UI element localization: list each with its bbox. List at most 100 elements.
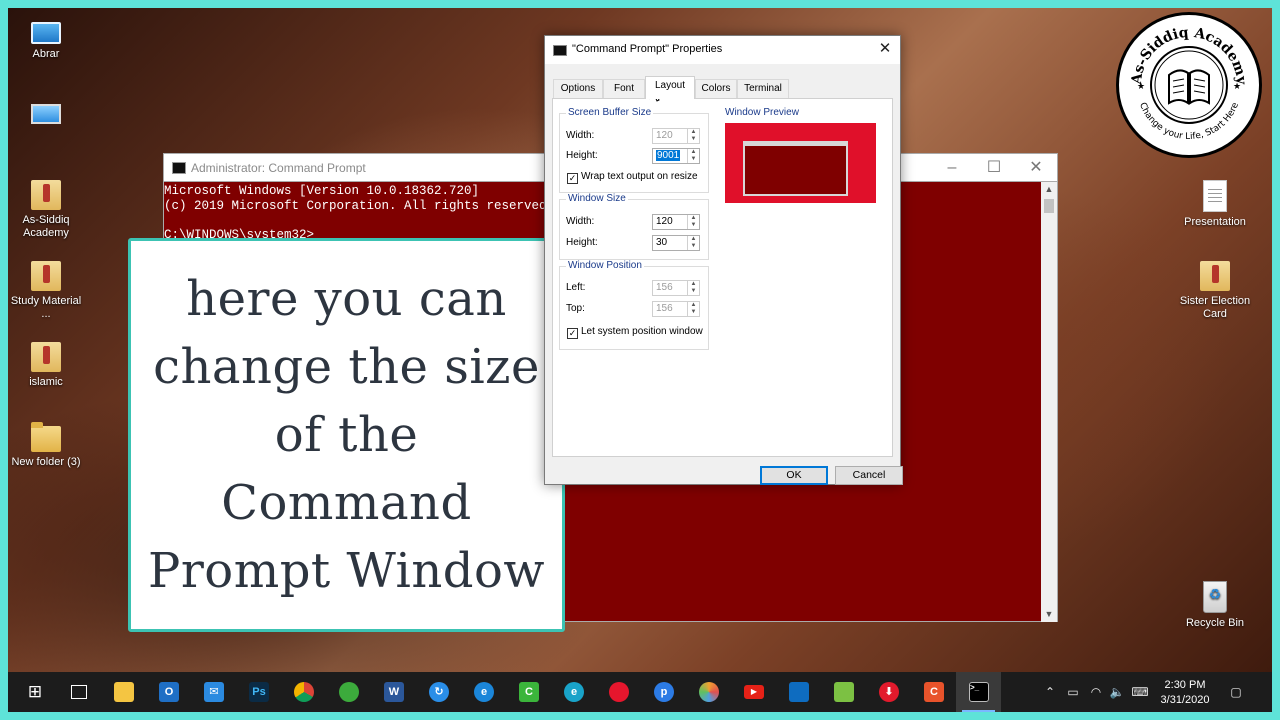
scroll-up-arrow-icon[interactable]: ▲ xyxy=(1041,182,1057,197)
spinner-arrows-icon[interactable]: ▲ ▼ xyxy=(687,236,699,250)
desktop-icon-presentation[interactable]: Presentation xyxy=(1179,180,1251,229)
weibo-icon xyxy=(609,682,629,702)
task-view-icon xyxy=(71,685,87,699)
keyboard-icon[interactable]: ⌨ xyxy=(1130,684,1150,700)
cmd-scrollbar[interactable]: ▲ ▼ xyxy=(1041,182,1057,622)
buffer-width-label: Width: xyxy=(566,130,595,141)
taskbar-word[interactable]: W xyxy=(371,672,416,712)
desktop-icon-new-folder[interactable]: New folder (3) xyxy=(10,422,82,469)
desktop-icon-sister-election-card[interactable]: Sister Election Card xyxy=(1179,261,1251,321)
tab-colors[interactable]: Colors xyxy=(695,79,737,98)
wrap-text-checkbox[interactable]: ✓ Wrap text output on resize xyxy=(567,171,698,184)
taskbar-edge[interactable]: e xyxy=(461,672,506,712)
windows-store-icon xyxy=(789,682,809,702)
battery-icon[interactable]: ▭ xyxy=(1065,684,1081,700)
taskbar-command-prompt[interactable]: >_ xyxy=(956,672,1001,712)
window-width-label: Width: xyxy=(566,216,595,227)
scroll-thumb[interactable] xyxy=(1044,199,1054,213)
buffer-height-spinner[interactable]: 9001 ▲ ▼ xyxy=(652,148,700,164)
maximize-button[interactable]: ☐ xyxy=(973,154,1015,182)
taskbar-camtasia-recorder[interactable]: C xyxy=(911,672,956,712)
taskbar-weibo[interactable] xyxy=(596,672,641,712)
task-view-button[interactable] xyxy=(56,672,101,712)
windows-start-icon: ⊞ xyxy=(27,682,43,701)
taskbar-youtube[interactable]: ▶ xyxy=(731,672,776,712)
notepad-icon xyxy=(834,682,854,702)
position-top-spinner[interactable]: 156 ▲ ▼ xyxy=(652,301,700,317)
desktop-icon-monitor[interactable] xyxy=(10,98,82,128)
taskbar-camtasia[interactable]: C xyxy=(506,672,551,712)
notifications-icon[interactable]: ▢ xyxy=(1226,684,1246,700)
dialog-close-button[interactable]: ✕ xyxy=(870,36,900,62)
taskbar-wheel[interactable] xyxy=(686,672,731,712)
annotation-card: here you can change the size of the Comm… xyxy=(128,238,565,632)
spinner-value: 120 xyxy=(656,130,673,141)
layout-tab-page: Screen Buffer Size Width: 120 ▲ ▼ Height: … xyxy=(552,98,893,457)
taskbar-file-explorer[interactable] xyxy=(101,672,146,712)
position-top-label: Top: xyxy=(566,303,585,314)
tab-terminal[interactable]: Terminal xyxy=(737,79,789,98)
window-height-spinner[interactable]: 30 ▲ ▼ xyxy=(652,235,700,251)
zip-folder-icon xyxy=(31,261,61,291)
academy-logo: As-Siddiq Academy Change your Life, Star… xyxy=(1116,12,1262,158)
taskbar-down-arrow-app[interactable]: ⬇ xyxy=(866,672,911,712)
desktop-icon-label: Study Material ... xyxy=(10,295,82,320)
annotation-line: here you can xyxy=(186,271,507,327)
taskbar-notepad[interactable] xyxy=(821,672,866,712)
start-button[interactable]: ⊞ xyxy=(12,672,57,712)
buffer-width-spinner[interactable]: 120 ▲ ▼ xyxy=(652,128,700,144)
svg-text:★: ★ xyxy=(1137,81,1145,91)
spinner-arrows-icon[interactable]: ▲ ▼ xyxy=(687,302,699,316)
cmd-line: (c) 2019 Microsoft Corporation. All righ… xyxy=(164,198,555,213)
spinner-arrows-icon[interactable]: ▲ ▼ xyxy=(687,149,699,163)
tab-layout[interactable]: Layout xyxy=(645,76,695,99)
taskbar-corel[interactable] xyxy=(326,672,371,712)
window-preview xyxy=(725,123,876,203)
annotation-line: Command xyxy=(221,475,472,531)
spinner-arrows-icon[interactable]: ▲ ▼ xyxy=(687,129,699,143)
tray-chevron-up-icon[interactable]: ⌃ xyxy=(1042,684,1058,700)
scroll-down-arrow-icon[interactable]: ▼ xyxy=(1041,607,1057,622)
system-clock[interactable]: 2:30 PM 3/31/2020 xyxy=(1150,678,1220,708)
desktop-icon-label: Recycle Bin xyxy=(1185,617,1245,629)
annotation-line: Prompt Window xyxy=(148,543,545,599)
word-icon: W xyxy=(384,682,404,702)
desktop-icon-islamic[interactable]: islamic xyxy=(10,342,82,389)
ok-button[interactable]: OK xyxy=(760,466,828,485)
desktop-icon-study-material[interactable]: Study Material ... xyxy=(10,261,82,321)
desktop-icon-as-siddiq-academy[interactable]: As-Siddiq Academy xyxy=(10,180,82,240)
taskbar-sync[interactable]: ↻ xyxy=(416,672,461,712)
tab-font[interactable]: Font xyxy=(603,79,645,98)
cmd-line xyxy=(164,213,554,228)
logo-emblem-icon: As-Siddiq Academy Change your Life, Star… xyxy=(1129,25,1250,142)
desktop-icon-recycle-bin[interactable]: Recycle Bin xyxy=(1179,581,1251,630)
zip-folder-icon xyxy=(31,180,61,210)
minimize-button[interactable]: – xyxy=(931,154,973,182)
taskbar-mail[interactable]: ✉ xyxy=(191,672,236,712)
group-title: Window Position xyxy=(566,260,644,271)
window-width-spinner[interactable]: 120 ▲ ▼ xyxy=(652,214,700,230)
wifi-icon[interactable]: ◠ xyxy=(1088,684,1104,700)
spinner-arrows-icon[interactable]: ▲ ▼ xyxy=(687,281,699,295)
taskbar-outlook[interactable]: O xyxy=(146,672,191,712)
down-arrow-app-icon: ⬇ xyxy=(879,682,899,702)
taskbar-p-app[interactable]: p xyxy=(641,672,686,712)
desktop-icon-label: Abrar xyxy=(32,48,60,60)
logo-tagline: Change your Life, Start Here xyxy=(1137,101,1241,142)
position-left-spinner[interactable]: 156 ▲ ▼ xyxy=(652,280,700,296)
taskbar-photoshop[interactable]: Ps xyxy=(236,672,281,712)
volume-icon[interactable]: 🔈 xyxy=(1109,684,1125,700)
cmd-output: Microsoft Windows [Version 10.0.18362.72… xyxy=(164,184,554,242)
cancel-button[interactable]: Cancel xyxy=(835,466,903,485)
properties-dialog[interactable]: "Command Prompt" Properties ✕ Options Fo… xyxy=(544,35,903,485)
spinner-arrows-icon[interactable]: ▲ ▼ xyxy=(687,215,699,229)
window-size-group: Window Size Width: 120 ▲ ▼ Height: 30 ▲ ▼ xyxy=(559,193,709,260)
close-button[interactable]: ✕ xyxy=(1015,154,1057,182)
tab-options[interactable]: Options xyxy=(553,79,603,98)
dialog-titlebar[interactable]: "Command Prompt" Properties ✕ xyxy=(545,36,900,64)
taskbar-store[interactable] xyxy=(776,672,821,712)
let-system-position-checkbox[interactable]: ✓ Let system position window xyxy=(567,326,703,339)
taskbar-e-app[interactable]: e xyxy=(551,672,596,712)
taskbar-chrome[interactable] xyxy=(281,672,326,712)
desktop-icon-abrar[interactable]: Abrar xyxy=(10,16,82,61)
